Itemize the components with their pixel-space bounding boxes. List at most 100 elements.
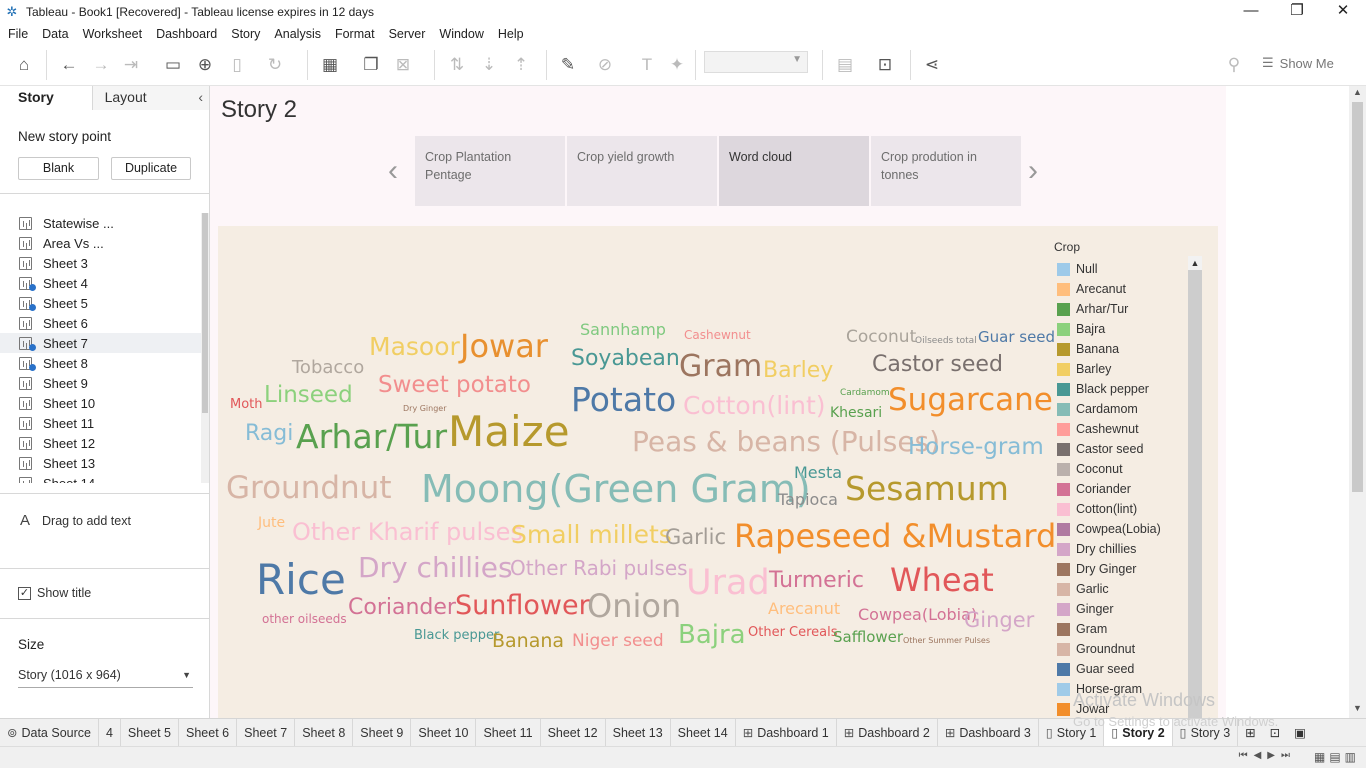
home-icon[interactable]: ⌂ bbox=[13, 54, 35, 76]
legend-item[interactable]: Dry chillies bbox=[1057, 539, 1187, 559]
show-cards-icon[interactable]: ▤ bbox=[834, 54, 856, 76]
new-story-tab-icon[interactable]: ▣ bbox=[1287, 719, 1313, 747]
word-cloud-word[interactable]: Rice bbox=[256, 559, 346, 601]
menu-dashboard[interactable]: Dashboard bbox=[149, 27, 224, 41]
sheet-list-item[interactable]: Statewise ... bbox=[0, 213, 209, 233]
legend-item[interactable]: Dry Ginger bbox=[1057, 559, 1187, 579]
legend-item[interactable]: Banana bbox=[1057, 339, 1187, 359]
blank-button[interactable]: Blank bbox=[18, 157, 99, 180]
sheet-tab[interactable]: ⊚ Data Source bbox=[0, 718, 99, 747]
sheet-tab[interactable]: 4 bbox=[99, 718, 121, 747]
menu-analysis[interactable]: Analysis bbox=[267, 27, 328, 41]
pause-updates-icon[interactable]: ▯ bbox=[226, 54, 248, 76]
legend-item[interactable]: Barley bbox=[1057, 359, 1187, 379]
presentation-mode-icon[interactable]: ⊡ bbox=[874, 54, 896, 76]
legend-item[interactable]: Null bbox=[1057, 259, 1187, 279]
show-me-button[interactable]: ☰ Show Me bbox=[1262, 55, 1334, 71]
word-cloud-word[interactable]: Tobacco bbox=[292, 359, 364, 377]
word-cloud-word[interactable]: Jowar bbox=[460, 330, 548, 362]
menu-server[interactable]: Server bbox=[382, 27, 433, 41]
legend-item[interactable]: Cowpea(Lobia) bbox=[1057, 519, 1187, 539]
legend-item[interactable]: Bajra bbox=[1057, 319, 1187, 339]
sheet-list-item[interactable]: Sheet 6 bbox=[0, 313, 209, 333]
word-cloud-word[interactable]: Other Rabi pulses bbox=[510, 558, 688, 578]
legend-item[interactable]: Garlic bbox=[1057, 579, 1187, 599]
word-cloud-word[interactable]: Maize bbox=[448, 411, 570, 453]
drag-to-add-text[interactable]: A Drag to add text bbox=[20, 512, 131, 529]
sheet-tab[interactable]: Sheet 14 bbox=[671, 718, 736, 747]
clear-sheet-icon[interactable]: ⊠ bbox=[392, 54, 414, 76]
word-cloud-word[interactable]: Small millets bbox=[511, 522, 672, 547]
legend-item[interactable]: Arecanut bbox=[1057, 279, 1187, 299]
scroll-down-icon[interactable]: ▼ bbox=[1349, 703, 1366, 717]
menu-data[interactable]: Data bbox=[35, 27, 75, 41]
sheet-list-item[interactable]: Sheet 3 bbox=[0, 253, 209, 273]
word-cloud-word[interactable]: Potato bbox=[571, 383, 676, 416]
word-cloud-word[interactable]: Khesari bbox=[830, 406, 882, 420]
checkbox-checked-icon[interactable]: ✓ bbox=[18, 586, 31, 600]
sheet-list-item[interactable]: Sheet 7 bbox=[0, 333, 209, 353]
minimize-button[interactable]: — bbox=[1228, 0, 1274, 24]
word-cloud-word[interactable]: Cashewnut bbox=[684, 329, 751, 341]
replay-icon[interactable]: ⇥ bbox=[120, 54, 142, 76]
fit-dropdown[interactable]: ▼ bbox=[704, 51, 808, 73]
legend-item[interactable]: Black pepper bbox=[1057, 379, 1187, 399]
word-cloud-word[interactable]: Masoor bbox=[369, 334, 460, 359]
word-cloud-word[interactable]: Sweet potato bbox=[378, 374, 531, 397]
maximize-button[interactable]: ❐ bbox=[1274, 0, 1320, 24]
word-cloud-word[interactable]: Oilseeds total bbox=[915, 337, 977, 346]
sheet-list-item[interactable]: Area Vs ... bbox=[0, 233, 209, 253]
word-cloud-word[interactable]: Gram bbox=[679, 352, 762, 382]
word-cloud-word[interactable]: Castor seed bbox=[872, 354, 1003, 376]
word-cloud-word[interactable]: Sannhamp bbox=[580, 322, 666, 338]
menu-format[interactable]: Format bbox=[328, 27, 382, 41]
story-point-1[interactable]: Crop Plantation Pentage bbox=[415, 136, 565, 206]
scroll-up-icon[interactable]: ▲ bbox=[1349, 87, 1366, 101]
word-cloud-word[interactable]: Rapeseed &Mustard bbox=[734, 520, 1056, 552]
word-cloud-word[interactable]: Niger seed bbox=[572, 633, 664, 650]
word-cloud-word[interactable]: Dry Ginger bbox=[403, 405, 447, 413]
scrollbar-thumb[interactable] bbox=[202, 213, 208, 413]
close-button[interactable]: ✕ bbox=[1320, 0, 1366, 24]
new-worksheet-icon[interactable]: ▦ bbox=[319, 54, 341, 76]
sheet-list-item[interactable]: Sheet 12 bbox=[0, 433, 209, 453]
sort-ascending-icon[interactable]: ⇣ bbox=[478, 54, 500, 76]
legend-item[interactable]: Castor seed bbox=[1057, 439, 1187, 459]
story-point-3[interactable]: Word cloud bbox=[719, 136, 869, 206]
word-cloud-word[interactable]: Soyabean bbox=[571, 348, 680, 370]
undo-icon[interactable]: ← bbox=[58, 54, 80, 76]
sheet-tab[interactable]: Sheet 10 bbox=[411, 718, 477, 747]
refresh-icon[interactable]: ↻ bbox=[264, 54, 286, 76]
word-cloud-word[interactable]: other oilseeds bbox=[262, 613, 347, 625]
sheet-tab[interactable]: Sheet 11 bbox=[476, 718, 541, 747]
sheet-tab[interactable]: ▯ Story 3 bbox=[1173, 718, 1239, 747]
menu-file[interactable]: File bbox=[1, 27, 35, 41]
word-cloud-word[interactable]: Sugarcane bbox=[888, 385, 1053, 416]
label-icon[interactable]: T bbox=[636, 54, 658, 76]
word-cloud-word[interactable]: Urad bbox=[686, 566, 770, 601]
legend-item[interactable]: Cotton(lint) bbox=[1057, 499, 1187, 519]
show-title-checkbox[interactable]: ✓ Show title bbox=[18, 586, 91, 600]
sort-descending-icon[interactable]: ⇡ bbox=[510, 54, 532, 76]
word-cloud-word[interactable]: Guar seed bbox=[978, 330, 1055, 345]
scrollbar-thumb[interactable] bbox=[1352, 102, 1363, 492]
sheet-tab[interactable]: Sheet 7 bbox=[237, 718, 296, 747]
word-cloud-word[interactable]: Arecanut bbox=[768, 601, 840, 617]
save-icon[interactable]: ▭ bbox=[162, 54, 184, 76]
page-scrollbar[interactable]: ▲ ▼ bbox=[1349, 86, 1366, 718]
menu-worksheet[interactable]: Worksheet bbox=[76, 27, 150, 41]
legend-item[interactable]: Groundnut bbox=[1057, 639, 1187, 659]
sheet-list-item[interactable]: Sheet 4 bbox=[0, 273, 209, 293]
sheet-navigation-icons[interactable]: ⏮◀▶⏭ bbox=[1239, 750, 1296, 761]
word-cloud-word[interactable]: Bajra bbox=[678, 622, 746, 648]
word-cloud-word[interactable]: Sunflower bbox=[455, 592, 590, 619]
new-datasource-icon[interactable]: ⊕ bbox=[194, 54, 216, 76]
word-cloud-word[interactable]: Ginger bbox=[964, 610, 1034, 631]
collapse-icon[interactable]: ‹ bbox=[198, 86, 203, 108]
sheet-tab[interactable]: Sheet 12 bbox=[541, 718, 606, 747]
previous-story-point-icon[interactable]: ‹ bbox=[388, 154, 398, 188]
legend-item[interactable]: Cardamom bbox=[1057, 399, 1187, 419]
menu-story[interactable]: Story bbox=[224, 27, 267, 41]
story-point-2[interactable]: Crop yield growth bbox=[567, 136, 717, 206]
tab-layout[interactable]: Layout ‹ bbox=[91, 86, 209, 110]
